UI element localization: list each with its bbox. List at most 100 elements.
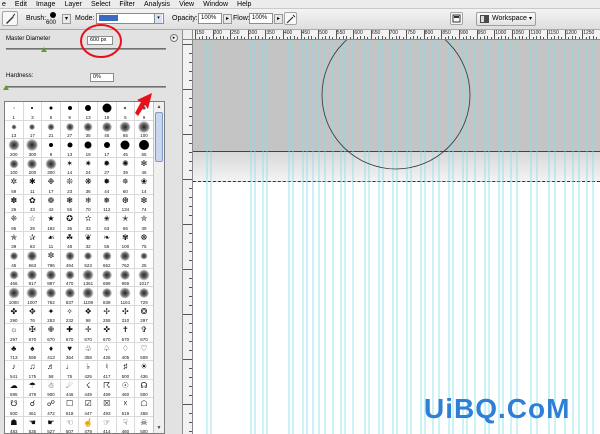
brush-preset-tile[interactable]: 917 (23, 268, 43, 287)
brush-preset-tile[interactable]: ♤ 425 (97, 342, 117, 361)
menu-item[interactable]: Layer (64, 0, 82, 9)
brush-preset-tile[interactable]: ☆ 29 (23, 213, 43, 232)
brush-preset-tile[interactable]: ✿ 33 (23, 194, 43, 213)
brush-preset-tile[interactable]: 45 (97, 120, 117, 139)
brush-preset-tile[interactable]: ✮ 39 (135, 213, 154, 232)
brush-preset-tile[interactable]: ✶ 14 (60, 157, 80, 176)
brush-preset-tile[interactable]: ★ 192 (42, 213, 61, 232)
brush-preset-tile[interactable]: 25 (135, 250, 154, 269)
brush-preset-tile[interactable]: 494 (60, 250, 80, 269)
brush-preset-tile[interactable]: ☀ 436 (135, 361, 154, 380)
brush-preset-tile[interactable]: ☞ 414 (98, 416, 117, 433)
brush-preset-tile[interactable]: ✣ 310 (116, 305, 136, 324)
hardness-slider-track[interactable] (6, 86, 166, 88)
brush-preset-tile[interactable]: ♪ 541 (5, 361, 24, 380)
brush-preset-tile[interactable]: ♯ 500 (116, 361, 136, 380)
brush-preset-tile[interactable]: ☑ 447 (79, 398, 98, 417)
brush-preset-tile[interactable]: ✫ 33 (79, 213, 98, 232)
brush-preset-tile[interactable]: 1108 (79, 287, 98, 306)
scrollbar-thumb[interactable] (155, 112, 163, 162)
brush-preset-tile[interactable]: ♡ 509 (135, 342, 154, 361)
brush-preset-tile[interactable]: 1000 (5, 287, 24, 306)
brushes-palette-icon[interactable] (450, 12, 463, 25)
brush-preset-tile[interactable]: ♥ 364 (60, 342, 80, 361)
brush-preset-tile[interactable]: ❈ 95 (5, 213, 24, 232)
brush-preset-tile[interactable]: ☐ 518 (60, 398, 80, 417)
airbrush-icon[interactable] (284, 12, 297, 25)
brush-preset-tile[interactable]: ❇ 74 (135, 194, 154, 213)
brush-preset-tile[interactable]: ☍ 472 (42, 398, 61, 417)
brush-preset-tile[interactable]: ✛ 670 (79, 324, 98, 343)
brush-preset-tile[interactable]: 5 (42, 102, 61, 121)
brush-preset-tile[interactable]: ❖ 98 (79, 305, 98, 324)
brush-preset-tile[interactable]: ☛ 527 (42, 416, 61, 433)
brush-preset-tile[interactable]: ✻ 46 (135, 157, 154, 176)
brush-preset-tile[interactable]: ☚ 535 (24, 416, 43, 433)
brush-preset-tile[interactable]: 652 (97, 250, 117, 269)
brush-preset-tile[interactable]: ☗ 483 (5, 416, 24, 433)
brush-preset-tile[interactable]: ☸ 75 (135, 231, 154, 250)
panel-menu-icon[interactable]: ▸ (170, 34, 178, 42)
brush-preset-tile[interactable]: ✪ 36 (60, 213, 80, 232)
brush-preset-tile[interactable]: 13 (5, 120, 24, 139)
brush-preset-tile[interactable]: 200 (23, 157, 43, 176)
brush-preset-tile[interactable]: ♮ 417 (97, 361, 117, 380)
brush-preset-tile[interactable]: ❀ 14 (135, 176, 154, 195)
brush-preset-tile[interactable]: ♦ 413 (42, 342, 61, 361)
menu-item[interactable]: Image (36, 0, 55, 9)
brush-preset-tile[interactable]: 838 (97, 287, 117, 306)
brush-preset-tile[interactable]: ❋ 36 (79, 176, 98, 195)
brush-preset-tile[interactable]: ❉ 17 (42, 176, 61, 195)
brush-preset-tile[interactable]: ✷ 24 (79, 157, 98, 176)
brush-preset-tile[interactable]: 65 (135, 139, 154, 158)
brush-preset-tile[interactable]: ☉ 460 (116, 379, 136, 398)
brush-preset-tile[interactable]: ✚ 670 (60, 324, 80, 343)
menu-item[interactable]: Help (237, 0, 251, 9)
brush-tool-icon[interactable] (2, 11, 18, 26)
brush-picker-dropdown-icon[interactable]: ▾ (62, 14, 71, 24)
brush-preset-tile[interactable]: ✬ 63 (97, 213, 117, 232)
brush-preset-tile[interactable]: 1161 (116, 287, 136, 306)
brush-preset-tile[interactable]: ♢ 405 (116, 342, 136, 361)
brush-preset-tile[interactable]: ✦ 253 (42, 305, 61, 324)
master-diameter-slider-thumb[interactable] (41, 47, 48, 52)
opacity-dropdown-icon[interactable]: ▸ (223, 14, 232, 24)
brush-preset-tile[interactable]: ☙ 11 (42, 231, 61, 250)
brush-preset-tile[interactable]: 45 (116, 139, 136, 158)
brush-preset-tile[interactable]: ☁ 595 (5, 379, 24, 398)
menu-item[interactable]: Window (203, 0, 228, 9)
brush-preset-tile[interactable]: ♧ 358 (79, 342, 98, 361)
brush-preset-tile[interactable]: ✺ 39 (116, 157, 136, 176)
brush-preset-tile[interactable]: 300 (23, 139, 43, 158)
brush-preset-tile[interactable]: ✠ 670 (23, 324, 43, 343)
brush-list-scrollbar[interactable]: ▲ ▼ (153, 102, 164, 433)
brush-preset-tile[interactable]: 9 (135, 102, 154, 121)
brush-preset-tile[interactable]: 470 (60, 268, 80, 287)
document-canvas[interactable] (193, 40, 600, 434)
brush-preset-tile[interactable]: 762 (42, 287, 61, 306)
brush-preset-picker[interactable]: 600 (46, 11, 60, 27)
brush-preset-tile[interactable]: ☓ 519 (116, 398, 136, 417)
brush-preset-tile[interactable]: ☈ 469 (97, 379, 117, 398)
brush-preset-tile[interactable]: ☋ 500 (5, 398, 24, 417)
brush-preset-tile[interactable]: 837 (60, 287, 80, 306)
flow-input[interactable]: 100% (249, 13, 273, 24)
brush-preset-tile[interactable]: 13 (79, 102, 98, 121)
brush-preset-tile[interactable]: 887 (42, 268, 61, 287)
brush-preset-tile[interactable]: ✯ 39 (5, 231, 24, 250)
brush-preset-tile[interactable]: ♫ 175 (23, 361, 43, 380)
brush-preset-tile[interactable]: ✱ 11 (23, 176, 43, 195)
opacity-input[interactable]: 100% (198, 13, 222, 24)
brush-preset-tile[interactable]: ❅ 112 (97, 194, 117, 213)
brush-preset-tile[interactable]: 27 (60, 120, 80, 139)
scroll-up-icon[interactable]: ▲ (155, 103, 163, 111)
hardness-slider-thumb[interactable] (3, 85, 9, 90)
brush-preset-tile[interactable]: ❁ 42 (42, 194, 61, 213)
brush-preset-tile[interactable]: ❊ 23 (60, 176, 80, 195)
brush-preset-tile[interactable]: 17 (97, 139, 117, 158)
brush-preset-tile[interactable]: ✥ 76 (23, 305, 43, 324)
brush-preset-tile[interactable]: 200 (5, 139, 24, 158)
brush-preset-tile[interactable]: ☜ 507 (61, 416, 80, 433)
brush-preset-tile[interactable]: 523 (79, 250, 98, 269)
vertical-ruler[interactable] (183, 40, 193, 434)
